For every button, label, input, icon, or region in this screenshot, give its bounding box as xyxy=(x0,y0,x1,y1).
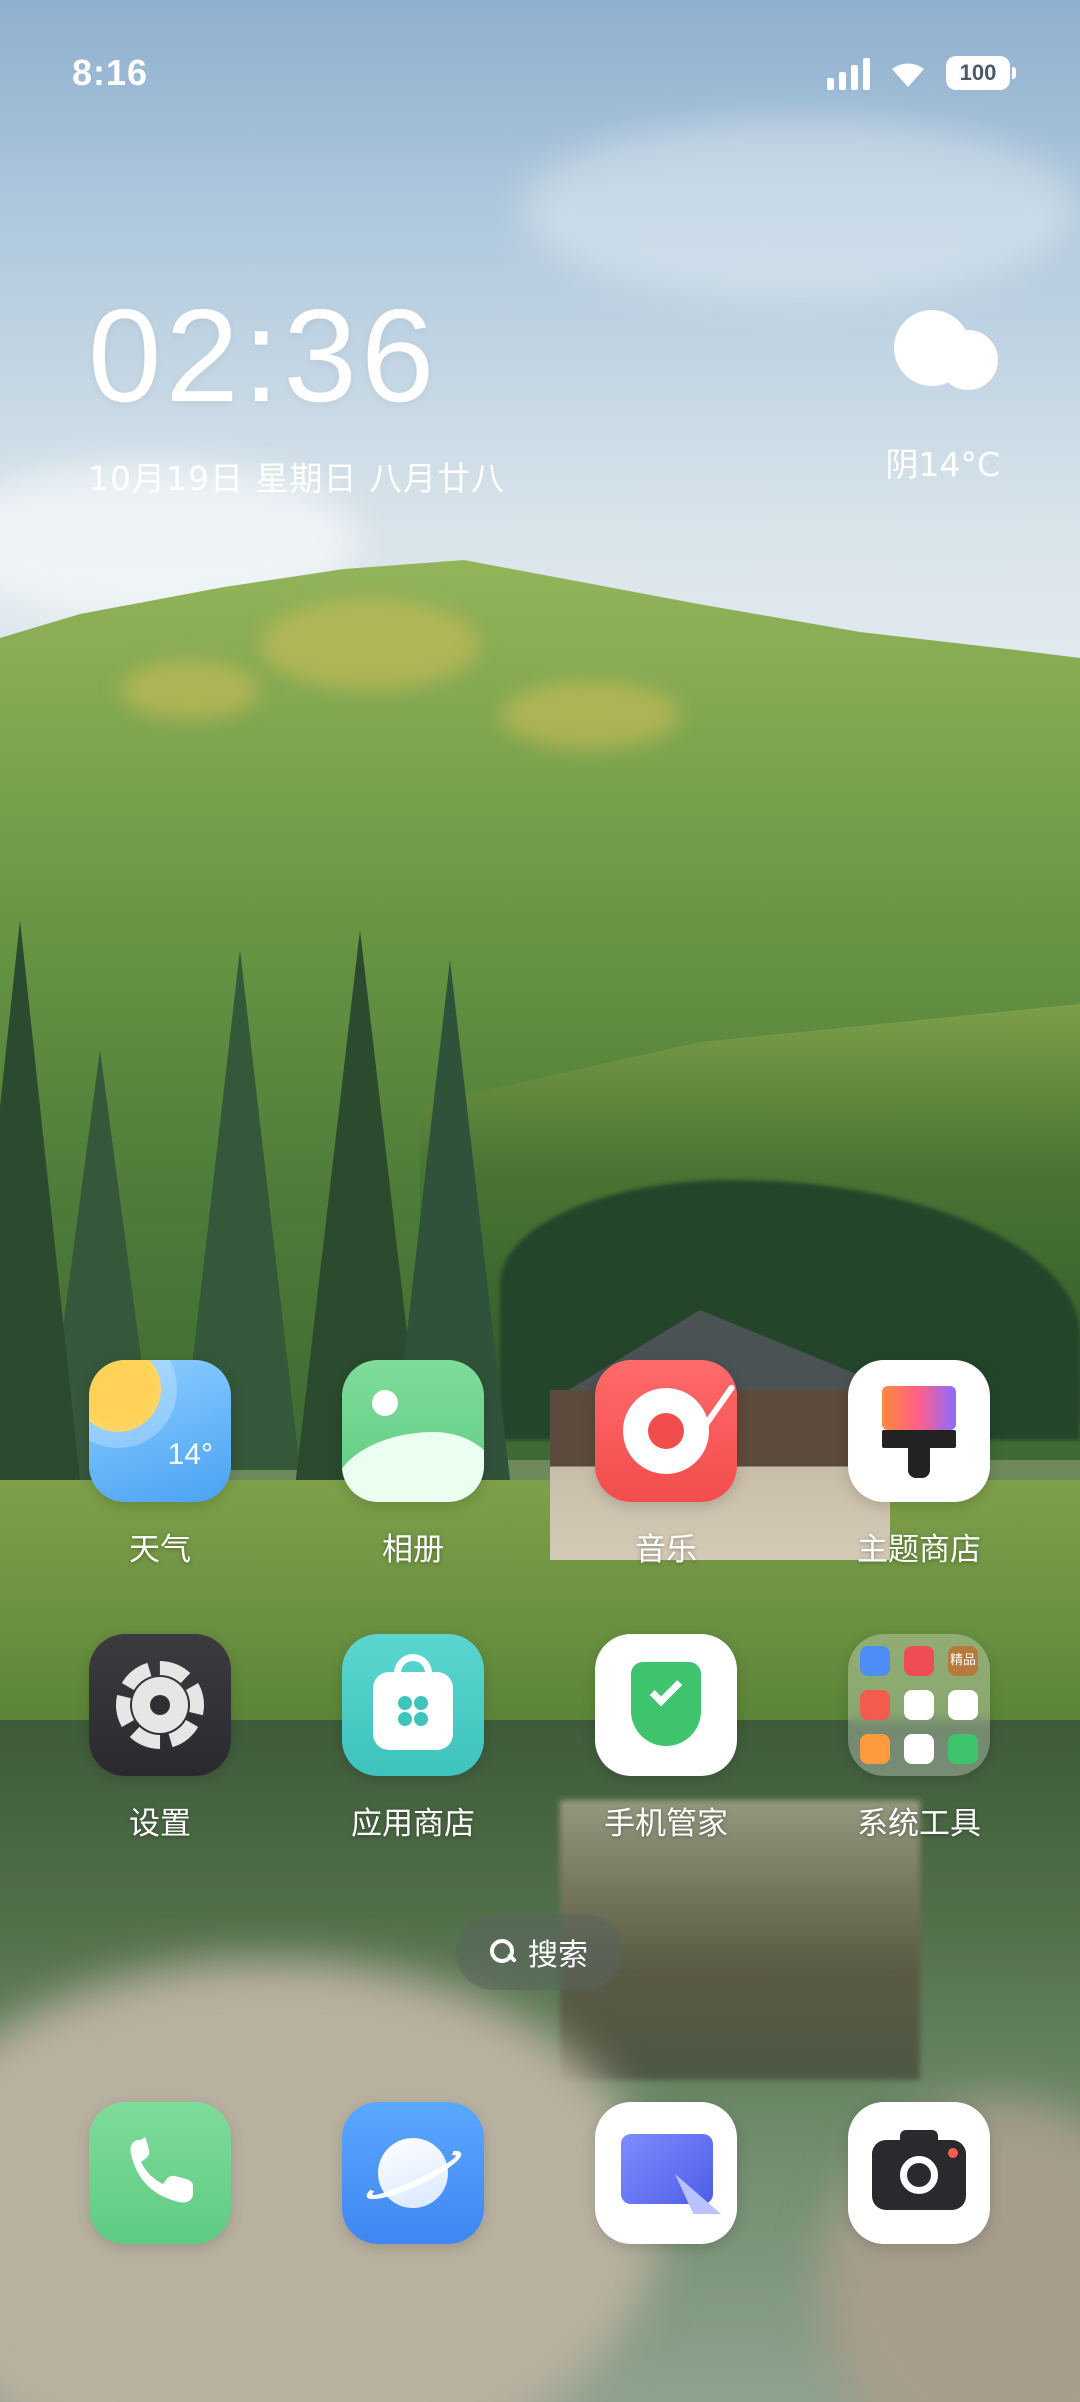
app-label: 相册 xyxy=(382,1532,444,1568)
app-folder-system-tools[interactable]: 精品 系统工具 xyxy=(819,1634,1019,1843)
app-store-icon xyxy=(342,1634,484,1776)
clock-widget[interactable]: 02:36 10月19日 星期日 八月廿八 xyxy=(88,290,505,500)
status-icons: 100 xyxy=(827,56,1016,90)
app-gallery[interactable]: 相册 xyxy=(313,1360,513,1569)
wallpaper-ridge xyxy=(260,600,480,690)
dock-phone[interactable] xyxy=(60,2102,260,2244)
weather-icon-temp: 14° xyxy=(167,1438,213,1471)
security-icon xyxy=(595,1634,737,1776)
theme-store-icon xyxy=(848,1360,990,1502)
dock-browser[interactable] xyxy=(313,2102,513,2244)
app-label: 手机管家 xyxy=(604,1806,728,1842)
camera-icon xyxy=(848,2102,990,2244)
phone-icon xyxy=(89,2102,231,2244)
app-weather[interactable]: 14° 天气 xyxy=(60,1360,260,1569)
app-label: 天气 xyxy=(129,1532,191,1568)
settings-icon xyxy=(89,1634,231,1776)
app-settings[interactable]: 设置 xyxy=(60,1634,260,1843)
mini-app-icon xyxy=(904,1646,934,1676)
app-label: 主题商店 xyxy=(857,1532,981,1568)
mini-app-icon xyxy=(860,1734,890,1764)
app-label: 应用商店 xyxy=(351,1806,475,1842)
browser-icon xyxy=(342,2102,484,2244)
app-app-store[interactable]: 应用商店 xyxy=(313,1634,513,1843)
mini-app-icon xyxy=(948,1734,978,1764)
gallery-icon xyxy=(342,1360,484,1502)
mini-app-icon xyxy=(948,1690,978,1720)
mini-app-icon xyxy=(904,1734,934,1764)
app-security[interactable]: 手机管家 xyxy=(566,1634,766,1843)
mini-app-icon xyxy=(904,1690,934,1720)
weather-icon: 14° xyxy=(89,1360,231,1502)
search-label: 搜索 xyxy=(528,1938,588,1973)
sun-shape xyxy=(89,1360,161,1432)
music-icon xyxy=(595,1360,737,1502)
weather-widget[interactable]: 阴14°C xyxy=(800,300,1000,486)
search-button[interactable]: 搜索 xyxy=(456,1914,622,1990)
folder-icon: 精品 xyxy=(848,1634,990,1776)
weather-condition: 阴14°C xyxy=(885,445,1000,484)
widget-time: 02:36 xyxy=(88,282,439,429)
app-label: 设置 xyxy=(129,1806,191,1842)
widget-date: 10月19日 星期日 八月廿八 xyxy=(88,459,505,498)
status-bar: 8:16 100 xyxy=(0,0,1080,150)
battery-icon: 100 xyxy=(946,56,1016,90)
dock-camera[interactable] xyxy=(819,2102,1019,2244)
app-label: 系统工具 xyxy=(857,1806,981,1842)
cloudy-icon xyxy=(890,300,1000,390)
signal-icon xyxy=(827,56,870,90)
notes-icon xyxy=(595,2102,737,2244)
dock-notes[interactable] xyxy=(566,2102,766,2244)
mini-app-icon xyxy=(860,1690,890,1720)
wallpaper-ridge xyxy=(500,680,680,750)
app-label: 音乐 xyxy=(635,1532,697,1568)
search-icon xyxy=(490,1939,516,1965)
app-theme-store[interactable]: 主题商店 xyxy=(819,1360,1019,1569)
wallpaper-ridge xyxy=(120,660,260,720)
mini-app-icon: 精品 xyxy=(948,1646,978,1676)
mini-app-icon xyxy=(860,1646,890,1676)
wifi-icon xyxy=(888,57,928,89)
app-music[interactable]: 音乐 xyxy=(566,1360,766,1569)
status-time: 8:16 xyxy=(72,52,149,93)
